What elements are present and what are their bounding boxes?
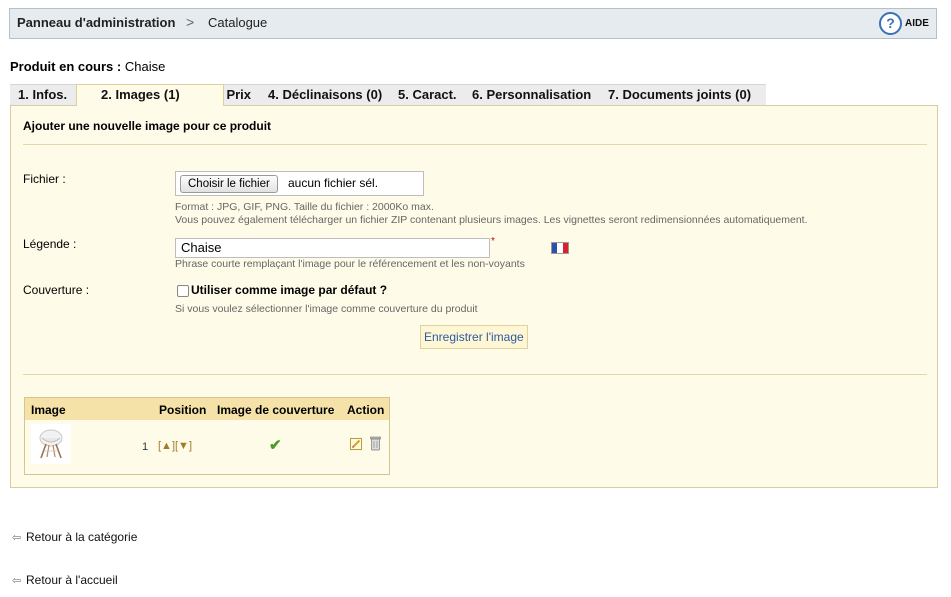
cover-checkbox-label[interactable]: Utiliser comme image par défaut ? xyxy=(191,283,387,297)
col-action: Action xyxy=(347,403,385,417)
tab-documents-joints[interactable]: 7. Documents joints (0) xyxy=(600,84,766,105)
table-header: Image Position Image de couverture Actio… xyxy=(25,398,389,420)
position-controls[interactable]: [▲][▼] xyxy=(158,440,192,452)
question-icon[interactable]: ? xyxy=(879,12,902,35)
current-product: Produit en cours : Chaise xyxy=(10,59,165,74)
position-value: 1 xyxy=(142,441,149,453)
breadcrumb-current[interactable]: Catalogue xyxy=(208,15,267,30)
tab-declinaisons[interactable]: 4. Déclinaisons (0) xyxy=(256,84,394,105)
edit-icon[interactable] xyxy=(350,438,362,450)
file-hint-zip: Vous pouvez également télécharger un fic… xyxy=(175,214,808,226)
legend-hint: Phrase courte remplaçant l'image pour le… xyxy=(175,258,525,270)
tab-personnalisation[interactable]: 6. Personnalisation xyxy=(464,84,600,105)
tab-infos[interactable]: 1. Infos. xyxy=(10,84,76,105)
back-to-home-link[interactable]: ⇦ Retour à l'accueil xyxy=(12,573,118,587)
current-product-label: Produit en cours : xyxy=(10,59,122,74)
back-to-category-label[interactable]: Retour à la catégorie xyxy=(26,530,137,544)
cover-checkbox[interactable] xyxy=(177,285,189,297)
divider xyxy=(23,374,927,375)
current-product-name: Chaise xyxy=(124,59,166,74)
back-to-home-label[interactable]: Retour à l'accueil xyxy=(26,573,118,587)
tab-images[interactable]: 2. Images (1) xyxy=(76,84,224,106)
choose-file-button[interactable]: Choisir le fichier xyxy=(180,175,278,193)
cover-hint: Si vous voulez sélectionner l'image comm… xyxy=(175,303,478,315)
arrow-left-icon: ⇦ xyxy=(12,532,22,544)
check-icon: ✔ xyxy=(269,437,282,454)
col-image: Image xyxy=(31,403,66,417)
save-image-button[interactable]: Enregistrer l'image xyxy=(420,325,528,349)
help-label[interactable]: AIDE xyxy=(905,18,929,29)
chair-thumbnail[interactable] xyxy=(31,424,71,464)
file-hint-format: Format : JPG, GIF, PNG. Taille du fichie… xyxy=(175,201,434,213)
legend-input[interactable]: Chaise xyxy=(175,238,490,258)
divider xyxy=(23,144,927,145)
legend-label: Légende : xyxy=(23,237,77,251)
col-cover: Image de couverture xyxy=(217,403,335,417)
breadcrumb-separator: > xyxy=(186,14,195,30)
cover-label: Couverture : xyxy=(23,283,90,297)
images-panel: Ajouter une nouvelle image pour ce produ… xyxy=(10,105,938,488)
file-status: aucun fichier sél. xyxy=(288,176,379,190)
file-input[interactable]: Choisir le fichier aucun fichier sél. xyxy=(175,171,424,196)
panel-title: Ajouter une nouvelle image pour ce produ… xyxy=(23,119,272,133)
required-marker: * xyxy=(491,236,495,247)
trash-icon[interactable] xyxy=(370,436,381,451)
back-to-category-link[interactable]: ⇦ Retour à la catégorie xyxy=(12,530,137,544)
flag-fr-icon[interactable] xyxy=(551,242,569,254)
top-bar: Panneau d'administration > Catalogue ? A… xyxy=(9,8,937,39)
tab-caract[interactable]: 5. Caract. xyxy=(390,84,464,105)
arrow-left-icon: ⇦ xyxy=(12,575,22,587)
images-table: Image Position Image de couverture Actio… xyxy=(24,397,390,475)
breadcrumb-root[interactable]: Panneau d'administration xyxy=(17,15,175,30)
col-position: Position xyxy=(159,403,207,417)
file-label: Fichier : xyxy=(23,172,66,186)
